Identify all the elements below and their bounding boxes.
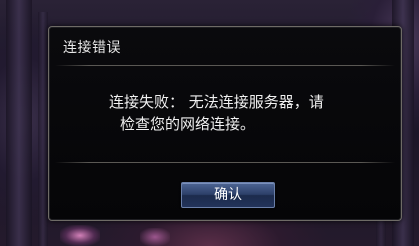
- title-divider: [55, 65, 395, 66]
- background-glow: [60, 225, 100, 246]
- error-message-line-1: 连接失败： 无法连接服务器，请: [109, 93, 324, 111]
- connection-error-dialog: 连接错误 连接失败： 无法连接服务器，请 检查您的网络连接。 确认: [48, 26, 402, 221]
- background-pillar-left: [6, 0, 32, 246]
- confirm-button[interactable]: 确认: [181, 182, 275, 208]
- footer-divider: [55, 162, 395, 163]
- error-message: 连接失败： 无法连接服务器，请 检查您的网络连接。: [109, 91, 369, 135]
- dialog-title-bar: 连接错误: [49, 27, 401, 65]
- error-message-line-2: 检查您的网络连接。: [120, 115, 256, 133]
- background-glow-secondary: [140, 228, 170, 246]
- background-pillar-left-inner: [38, 12, 48, 246]
- dialog-title: 连接错误: [63, 40, 121, 56]
